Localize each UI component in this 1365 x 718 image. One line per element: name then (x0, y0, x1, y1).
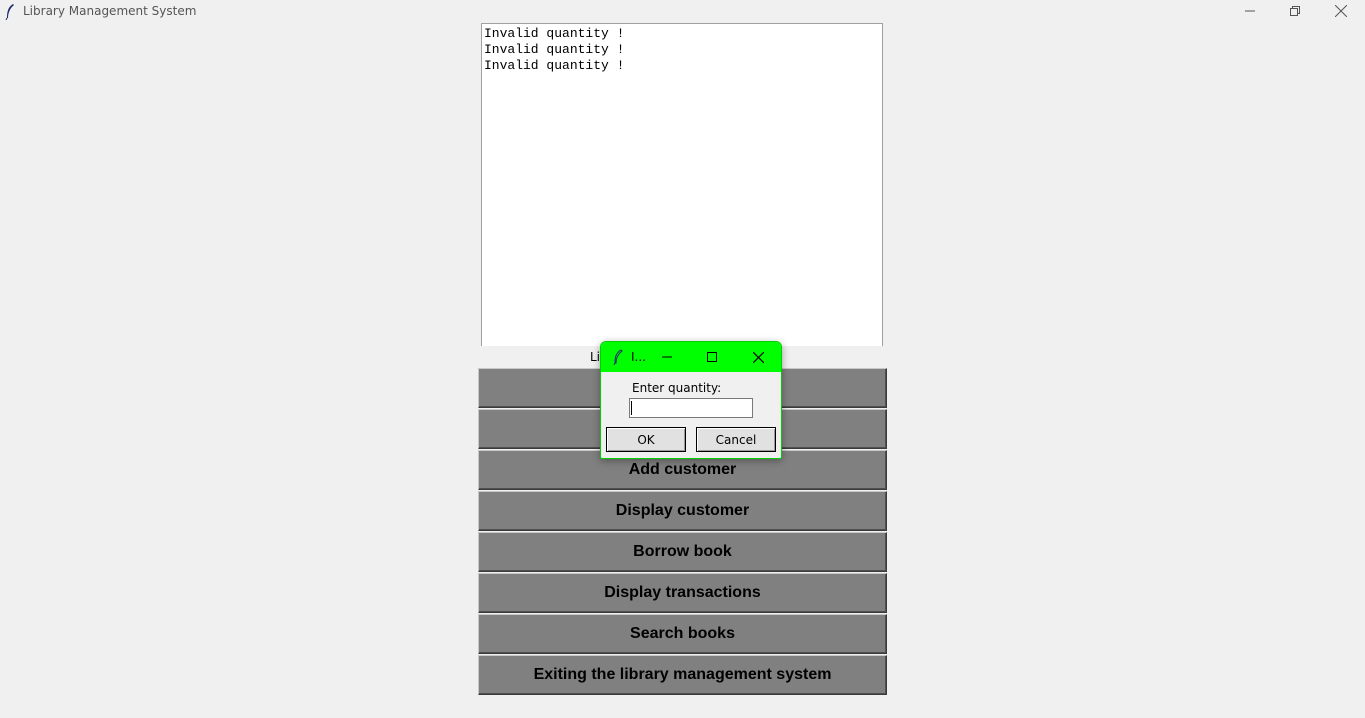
title-bar: Library Management System (0, 0, 1365, 23)
dialog-minimize-button[interactable] (656, 346, 678, 368)
display-customer-button[interactable]: Display customer (478, 491, 887, 531)
minimize-icon (662, 356, 672, 358)
feather-icon (5, 4, 14, 20)
borrow-book-button[interactable]: Borrow book (478, 532, 887, 572)
exit-button[interactable]: Exiting the library management system (478, 655, 887, 695)
close-button[interactable] (1318, 0, 1364, 22)
cancel-button[interactable]: Cancel (696, 427, 776, 452)
ok-button[interactable]: OK (606, 427, 686, 452)
minimize-icon (1245, 10, 1255, 12)
close-icon (752, 351, 764, 363)
dialog-close-button[interactable] (747, 346, 769, 368)
dialog-title: I... (631, 350, 646, 364)
output-line: Invalid quantity ! (484, 42, 625, 57)
quantity-input[interactable] (629, 398, 753, 418)
restore-icon (1290, 6, 1300, 16)
dialog-maximize-button[interactable] (701, 346, 723, 368)
dialog-title-bar[interactable]: I... (601, 342, 781, 372)
quantity-prompt: Enter quantity: (632, 381, 722, 395)
output-line: Invalid quantity ! (484, 58, 625, 73)
output-line: Invalid quantity ! (484, 26, 625, 41)
output-text-area[interactable]: Invalid quantity ! Invalid quantity ! In… (481, 23, 883, 346)
search-books-button[interactable]: Search books (478, 614, 887, 654)
minimize-button[interactable] (1227, 0, 1273, 22)
restore-button[interactable] (1272, 0, 1318, 22)
close-icon (1335, 5, 1347, 17)
section-label: Li (590, 350, 601, 364)
text-caret (631, 401, 632, 415)
quantity-dialog: I... Enter quantity: OK Cancel (600, 341, 782, 459)
maximize-icon (707, 352, 717, 362)
window-title: Library Management System (23, 4, 197, 18)
display-transactions-button[interactable]: Display transactions (478, 573, 887, 613)
feather-icon (613, 349, 623, 365)
